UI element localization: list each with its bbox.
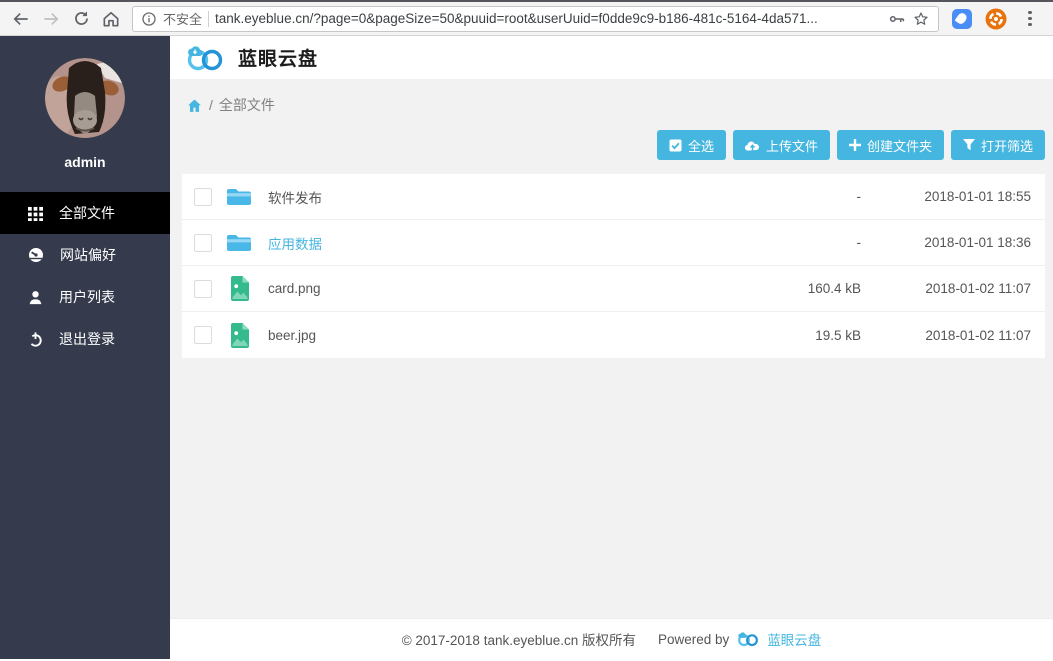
file-size: 19.5 kB bbox=[741, 328, 861, 343]
file-name[interactable]: 软件发布 bbox=[268, 187, 741, 207]
infinity-cloud-logo bbox=[735, 631, 761, 647]
sidebar-item-label: 全部文件 bbox=[59, 203, 115, 223]
folder-icon bbox=[226, 233, 252, 253]
plus-icon bbox=[849, 139, 861, 151]
sidebar-item-logout[interactable]: 退出登录 bbox=[0, 318, 170, 360]
row-checkbox[interactable] bbox=[194, 280, 212, 298]
sidebar-item-label: 用户列表 bbox=[59, 287, 115, 307]
app-frame: admin 全部文件 网站偏好 用户列表 退出登录 bbox=[0, 36, 1053, 659]
file-size: 160.4 kB bbox=[741, 281, 861, 296]
folder-icon bbox=[226, 187, 252, 207]
username: admin bbox=[0, 154, 170, 170]
address-bar[interactable]: 不安全 tank.eyeblue.cn/?page=0&pageSize=50&… bbox=[132, 6, 939, 32]
star-icon[interactable] bbox=[912, 10, 930, 28]
menu-dots-icon bbox=[1019, 11, 1041, 27]
dashboard-icon bbox=[28, 247, 44, 263]
reload-button[interactable] bbox=[68, 6, 94, 32]
sidebar-item-label: 退出登录 bbox=[59, 329, 115, 349]
file-date: 2018-01-02 11:07 bbox=[861, 281, 1031, 296]
file-date: 2018-01-02 11:07 bbox=[861, 328, 1031, 343]
info-icon[interactable] bbox=[141, 11, 157, 27]
main-area: 蓝眼云盘 / 全部文件 全选 上传文件 创建文件夹 bbox=[170, 36, 1053, 659]
sidebar-menu: 全部文件 网站偏好 用户列表 退出登录 bbox=[0, 192, 170, 360]
file-date: 2018-01-01 18:55 bbox=[861, 189, 1031, 204]
powered-by-text: Powered by bbox=[658, 632, 729, 647]
sidebar-item-user-list[interactable]: 用户列表 bbox=[0, 276, 170, 318]
file-list: 软件发布 - 2018-01-01 18:55 应用数据 - 2018-01-0… bbox=[182, 174, 1045, 358]
file-row[interactable]: 软件发布 - 2018-01-01 18:55 bbox=[182, 174, 1045, 220]
security-label: 不安全 bbox=[163, 9, 202, 28]
reload-icon bbox=[72, 9, 91, 28]
breadcrumb: / 全部文件 bbox=[182, 79, 1045, 117]
omnibox-divider bbox=[208, 11, 209, 27]
app-footer: © 2017-2018 tank.eyeblue.cn 版权所有 Powered… bbox=[170, 618, 1053, 659]
image-file-icon bbox=[226, 323, 252, 348]
select-all-button[interactable]: 全选 bbox=[657, 130, 726, 160]
browser-toolbar: 不安全 tank.eyeblue.cn/?page=0&pageSize=50&… bbox=[0, 0, 1053, 36]
upload-file-button[interactable]: 上传文件 bbox=[733, 130, 830, 160]
row-checkbox[interactable] bbox=[194, 188, 212, 206]
back-icon bbox=[11, 9, 31, 29]
row-checkbox[interactable] bbox=[194, 326, 212, 344]
forward-icon bbox=[41, 9, 61, 29]
file-name[interactable]: 应用数据 bbox=[268, 233, 741, 253]
create-folder-button[interactable]: 创建文件夹 bbox=[837, 130, 944, 160]
extension-blue-icon bbox=[952, 9, 972, 29]
filter-icon bbox=[963, 139, 975, 151]
content: / 全部文件 全选 上传文件 创建文件夹 打开筛选 bbox=[170, 79, 1053, 618]
file-name[interactable]: beer.jpg bbox=[268, 328, 741, 343]
file-date: 2018-01-01 18:36 bbox=[861, 235, 1031, 250]
sidebar: admin 全部文件 网站偏好 用户列表 退出登录 bbox=[0, 36, 170, 659]
file-name[interactable]: card.png bbox=[268, 281, 741, 296]
file-row[interactable]: beer.jpg 19.5 kB 2018-01-02 11:07 bbox=[182, 312, 1045, 358]
sidebar-item-site-preferences[interactable]: 网站偏好 bbox=[0, 234, 170, 276]
extension-orange-button[interactable] bbox=[981, 5, 1011, 33]
action-toolbar: 全选 上传文件 创建文件夹 打开筛选 bbox=[182, 130, 1045, 160]
sidebar-item-label: 网站偏好 bbox=[60, 245, 116, 265]
check-square-icon bbox=[669, 139, 682, 152]
sidebar-item-all-files[interactable]: 全部文件 bbox=[0, 192, 170, 234]
avatar[interactable] bbox=[45, 58, 125, 138]
app-title: 蓝眼云盘 bbox=[238, 44, 318, 71]
copyright-text: © 2017-2018 tank.eyeblue.cn 版权所有 bbox=[402, 629, 636, 649]
powered-by: Powered by 蓝眼云盘 bbox=[658, 629, 821, 649]
grid-icon bbox=[28, 206, 43, 221]
file-size: - bbox=[741, 235, 861, 250]
row-checkbox[interactable] bbox=[194, 234, 212, 252]
image-file-icon bbox=[226, 276, 252, 301]
power-icon bbox=[28, 332, 43, 347]
cloud-upload-icon bbox=[745, 139, 760, 152]
infinity-cloud-logo bbox=[184, 44, 226, 72]
app-header: 蓝眼云盘 bbox=[170, 36, 1053, 79]
file-size: - bbox=[741, 189, 861, 204]
breadcrumb-current[interactable]: 全部文件 bbox=[219, 95, 275, 115]
file-row[interactable]: card.png 160.4 kB 2018-01-02 11:07 bbox=[182, 266, 1045, 312]
breadcrumb-separator: / bbox=[209, 97, 213, 113]
file-row[interactable]: 应用数据 - 2018-01-01 18:36 bbox=[182, 220, 1045, 266]
extension-blue-button[interactable] bbox=[947, 5, 977, 33]
user-icon bbox=[28, 290, 43, 305]
brand-link[interactable]: 蓝眼云盘 bbox=[767, 629, 821, 649]
extension-orange-icon bbox=[985, 8, 1007, 30]
home-button[interactable] bbox=[98, 6, 124, 32]
url-text[interactable]: tank.eyeblue.cn/?page=0&pageSize=50&puui… bbox=[215, 11, 882, 26]
key-icon[interactable] bbox=[888, 10, 906, 28]
home-icon bbox=[101, 9, 121, 29]
open-filter-button[interactable]: 打开筛选 bbox=[951, 130, 1045, 160]
browser-menu-button[interactable] bbox=[1015, 5, 1045, 33]
home-icon[interactable] bbox=[186, 97, 203, 114]
back-button[interactable] bbox=[8, 6, 34, 32]
forward-button[interactable] bbox=[38, 6, 64, 32]
